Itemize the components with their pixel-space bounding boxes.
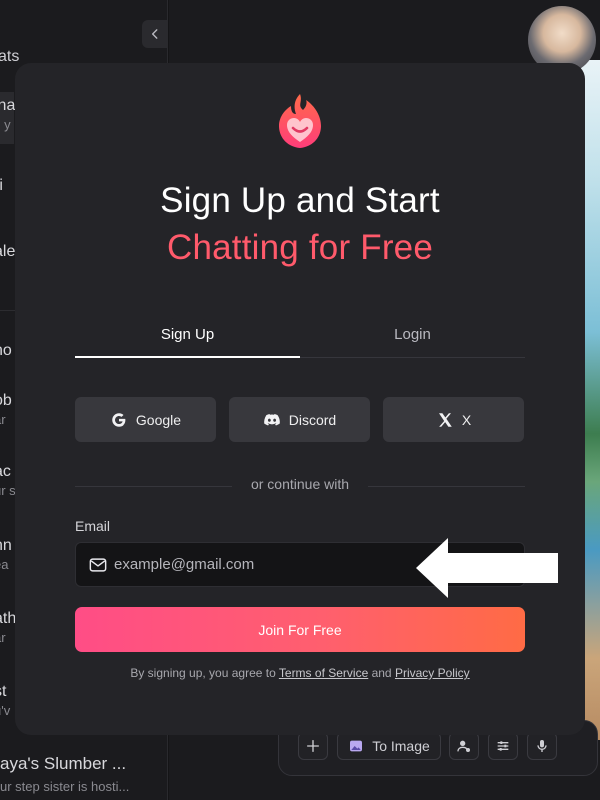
google-signin-button[interactable]: Google	[75, 397, 216, 442]
google-icon	[112, 412, 126, 427]
flame-heart-logo	[279, 94, 321, 148]
to-image-button[interactable]: To Image	[337, 732, 441, 760]
terms-of-service-link[interactable]: Terms of Service	[279, 666, 368, 680]
tab-sign-up[interactable]: Sign Up	[75, 320, 300, 358]
chat-item-subtitle: ur step sister is hosti...	[0, 779, 130, 794]
to-image-label: To Image	[372, 738, 430, 754]
google-label: Google	[135, 411, 182, 428]
x-icon	[438, 412, 452, 427]
collapse-sidebar-button[interactable]	[142, 20, 168, 48]
auth-tabs: Sign Up Login	[75, 320, 525, 358]
persona-button[interactable]	[449, 732, 479, 760]
x-label: X	[461, 411, 472, 428]
x-signin-button[interactable]: X	[383, 397, 524, 442]
discord-icon	[263, 413, 280, 425]
add-button[interactable]	[298, 732, 328, 760]
discord-signin-button[interactable]: Discord	[229, 397, 370, 442]
email-label: Email	[75, 518, 111, 534]
join-for-free-button[interactable]: Join For Free	[75, 607, 525, 652]
voice-button[interactable]	[527, 732, 557, 760]
discord-label: Discord	[288, 411, 337, 428]
sliders-icon	[497, 741, 509, 751]
legal-notice: By signing up, you agree to Terms of Ser…	[75, 666, 525, 680]
tab-login[interactable]: Login	[300, 320, 525, 357]
legal-and: and	[368, 666, 395, 680]
modal-title-line1: Sign Up and Start	[160, 181, 440, 220]
mail-icon	[89, 558, 107, 572]
divider-text: or continue with	[232, 476, 368, 492]
plus-icon	[307, 740, 319, 752]
app-root: ats ina s y ri ale no ob ar ac ur s nn e…	[0, 0, 600, 800]
mic-icon	[537, 740, 547, 752]
settings-sliders-button[interactable]	[488, 732, 518, 760]
chat-item-title[interactable]: aya's Slumber ...	[0, 754, 126, 774]
image-icon	[350, 740, 363, 752]
privacy-policy-link[interactable]: Privacy Policy	[395, 666, 470, 680]
legal-prefix: By signing up, you agree to	[130, 666, 279, 680]
user-settings-icon	[457, 740, 470, 752]
sidebar-heading: ats	[0, 48, 20, 65]
modal-title-line2: Chatting for Free	[166, 228, 434, 267]
chevron-left-icon	[151, 29, 158, 39]
arrow-left-icon	[416, 538, 558, 598]
